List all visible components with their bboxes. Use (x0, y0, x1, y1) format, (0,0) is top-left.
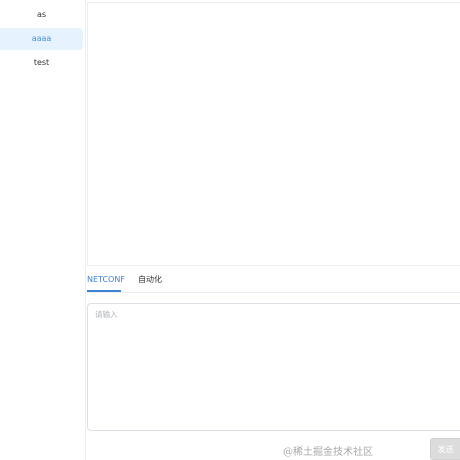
main-panel: NETCONF 自动化 (87, 0, 460, 460)
command-input-box (87, 303, 460, 431)
app-root: as aaaa test NETCONF 自动化 @稀土掘金技术社区 发送 (0, 0, 460, 460)
canvas-area[interactable] (87, 2, 460, 266)
send-button[interactable]: 发送 (430, 438, 460, 460)
device-list-sidebar: as aaaa test (0, 0, 86, 460)
tab-netconf[interactable]: NETCONF (87, 267, 125, 292)
command-textarea[interactable] (88, 304, 460, 430)
tab-automation[interactable]: 自动化 (138, 267, 162, 292)
sidebar-item-as[interactable]: as (0, 4, 83, 26)
sidebar-item-test[interactable]: test (0, 52, 83, 74)
watermark-text: @稀土掘金技术社区 (283, 447, 373, 458)
tab-bar: NETCONF 自动化 (87, 267, 460, 293)
sidebar-item-aaaa[interactable]: aaaa (0, 28, 83, 50)
